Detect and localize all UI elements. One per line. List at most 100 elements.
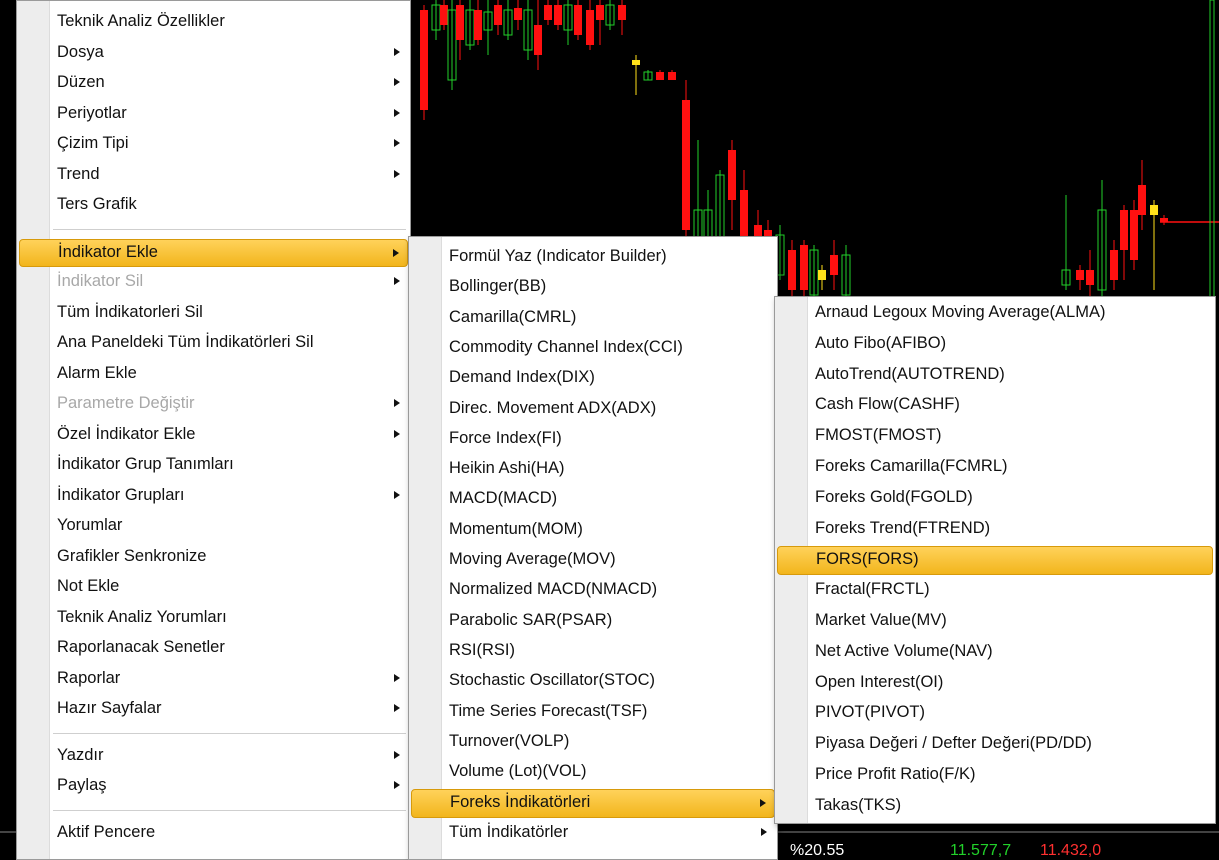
- menu-item-label: Foreks Gold(FGOLD): [815, 487, 973, 506]
- menu-item-raporlar[interactable]: Raporlar: [19, 665, 408, 692]
- menu-item-trend[interactable]: Trend: [19, 161, 408, 188]
- menu-item-takas-tks[interactable]: Takas(TKS): [777, 792, 1213, 819]
- menu-item-label: Raporlanacak Senetler: [57, 638, 225, 656]
- menu-item-label: Cash Flow(CASHF): [815, 395, 960, 414]
- menu-item-label: Raporlar: [57, 668, 121, 687]
- menu-item-parametre-degistir: Parametre Değiştir: [19, 390, 408, 417]
- menu-item-label: FMOST(FMOST): [815, 426, 942, 445]
- menu-item-label: Stochastic Oscillator(STOC): [449, 671, 655, 690]
- menu-item-label: Price Profit Ratio(F/K): [815, 765, 976, 783]
- menu-item-autotrend-autotrend[interactable]: AutoTrend(AUTOTREND): [777, 361, 1213, 388]
- menu-item-tum-i-ndikatorleri-sil[interactable]: Tüm İndikatorleri Sil: [19, 299, 408, 326]
- submenu-arrow-icon: [393, 248, 399, 257]
- chart-context-menu: Teknik Analiz Özellikler Dosya Düzen Periyo…: [16, 0, 411, 860]
- menu-item-heikin-ashi-ha[interactable]: Heikin Ashi(HA): [411, 455, 775, 482]
- menu-item-moving-average-mov[interactable]: Moving Average(MOV): [411, 546, 775, 573]
- candle-body: [474, 10, 482, 40]
- candle-body: [440, 5, 448, 25]
- menu-item-net-active-volume-nav[interactable]: Net Active Volume(NAV): [777, 638, 1213, 665]
- menu-item-pivot-pivot[interactable]: PIVOT(PIVOT): [777, 699, 1213, 726]
- menu-item-commodity-channel-index-cci[interactable]: Commodity Channel Index(CCI): [411, 334, 775, 361]
- menu-item-foreks-i-ndikatorleri[interactable]: Foreks İndikatörleri: [411, 789, 775, 818]
- menu-item-direc-movement-adx-adx[interactable]: Direc. Movement ADX(ADX): [411, 395, 775, 422]
- menu-item-periyotlar[interactable]: Periyotlar: [19, 100, 408, 127]
- menu-item-label: Hazır Sayfalar: [57, 699, 162, 717]
- menu-item-open-interest-oi[interactable]: Open Interest(OI): [777, 669, 1213, 696]
- menu-item-foreks-camarilla-fcmrl[interactable]: Foreks Camarilla(FCMRL): [777, 453, 1213, 480]
- menu-item-alarm-ekle[interactable]: Alarm Ekle: [19, 360, 408, 387]
- menu-item-tum-i-ndikatorler[interactable]: Tüm İndikatörler: [411, 819, 775, 846]
- menu-item-label: Force Index(FI): [449, 428, 562, 447]
- menu-item-yazdir[interactable]: Yazdır: [19, 742, 408, 769]
- menu-item-price-profit-ratio-f-k[interactable]: Price Profit Ratio(F/K): [777, 761, 1213, 788]
- menu-item-duzen[interactable]: Düzen: [19, 69, 408, 96]
- menu-item-label: Yazdır: [57, 745, 104, 764]
- menu-item-formul-yaz-indicator-builder[interactable]: Formül Yaz (Indicator Builder): [411, 243, 775, 270]
- menu-item-force-index-fi[interactable]: Force Index(FI): [411, 425, 775, 452]
- menu-item-not-ekle[interactable]: Not Ekle: [19, 573, 408, 600]
- submenu-arrow-icon: [394, 169, 400, 178]
- menu-item-time-series-forecast-tsf[interactable]: Time Series Forecast(TSF): [411, 698, 775, 725]
- menu-separator: [53, 228, 406, 230]
- menu-item-fractal-frctl[interactable]: Fractal(FRCTL): [777, 576, 1213, 603]
- menu-item-demand-index-dix[interactable]: Demand Index(DIX): [411, 364, 775, 391]
- menu-item-label: Commodity Channel Index(CCI): [449, 337, 683, 356]
- menu-item-label: Foreks İndikatörleri: [450, 793, 591, 812]
- menu-item-yorumlar[interactable]: Yorumlar: [19, 512, 408, 539]
- menu-item-label: Piyasa Değeri / Defter Değeri(PD/DD): [815, 734, 1092, 753]
- bottom-status-value-2: 11.432,0: [1040, 842, 1102, 859]
- menu-item-cash-flow-cashf[interactable]: Cash Flow(CASHF): [777, 391, 1213, 418]
- menu-item-ters-grafik[interactable]: Ters Grafik: [19, 191, 408, 218]
- menu-item-ozel-i-ndikator-ekle[interactable]: Özel İndikator Ekle: [19, 421, 408, 448]
- submenu-arrow-icon: [394, 139, 400, 147]
- menu-item-paylas[interactable]: Paylaş: [19, 772, 408, 799]
- menu-item-label: Çizim Tipi: [57, 134, 129, 152]
- candle-body: [544, 5, 552, 20]
- menu-item-rsi-rsi[interactable]: RSI(RSI): [411, 637, 775, 664]
- menu-item-hazir-sayfalar[interactable]: Hazır Sayfalar: [19, 695, 408, 722]
- menu-item-label: İndikator Ekle: [58, 242, 158, 261]
- menu-item-label: İndikator Sil: [57, 272, 144, 290]
- menu-item-dosya[interactable]: Dosya: [19, 39, 408, 66]
- menu-item-parabolic-sar-psar[interactable]: Parabolic SAR(PSAR): [411, 607, 775, 634]
- menu-item-piyasa-degeri-defter-degeri-pd-dd[interactable]: Piyasa Değeri / Defter Değeri(PD/DD): [777, 730, 1213, 757]
- menu-item-label: Not Ekle: [57, 577, 120, 595]
- submenu-arrow-icon: [394, 47, 400, 56]
- menu-item-teknik-analiz-ozellikler[interactable]: Teknik Analiz Özellikler: [19, 8, 408, 35]
- menu-item-grafikler-senkronize[interactable]: Grafikler Senkronize: [19, 543, 408, 570]
- menu-item-label: Özel İndikator Ekle: [57, 424, 196, 443]
- menu-item-volume-lot-vol[interactable]: Volume (Lot)(VOL): [411, 758, 775, 785]
- menu-item-arnaud-legoux-moving-average-alma[interactable]: Arnaud Legoux Moving Average(ALMA): [777, 299, 1213, 326]
- candle-body: [1150, 205, 1158, 215]
- candle-body: [830, 255, 838, 275]
- menu-item-raporlanacak-senetler[interactable]: Raporlanacak Senetler: [19, 634, 408, 661]
- candle-body: [596, 5, 604, 20]
- menu-item-camarilla-cmrl[interactable]: Camarilla(CMRL): [411, 304, 775, 331]
- menu-separator: [53, 732, 406, 734]
- menu-item-market-value-mv[interactable]: Market Value(MV): [777, 607, 1213, 634]
- menu-item-teknik-analiz-yorumlari[interactable]: Teknik Analiz Yorumları: [19, 604, 408, 631]
- menu-item-momentum-mom[interactable]: Momentum(MOM): [411, 516, 775, 543]
- menu-item-i-ndikator-grup-tanimlari[interactable]: İndikator Grup Tanımları: [19, 451, 408, 478]
- menu-item-aktif-pencere[interactable]: Aktif Pencere: [19, 819, 408, 846]
- menu-item-bollinger-bb[interactable]: Bollinger(BB): [411, 273, 775, 300]
- menu-item-label: Takas(TKS): [815, 795, 902, 814]
- menu-item-cizim-tipi[interactable]: Çizim Tipi: [19, 130, 408, 157]
- menu-item-ana-paneldeki-tum-i-ndikatorleri-sil[interactable]: Ana Paneldeki Tüm İndikatörleri Sil: [19, 329, 408, 356]
- menu-item-stochastic-oscillator-stoc[interactable]: Stochastic Oscillator(STOC): [411, 667, 775, 694]
- menu-item-label: Aktif Pencere: [57, 822, 156, 841]
- menu-item-fors-fors[interactable]: FORS(FORS): [777, 546, 1213, 576]
- menu-item-foreks-gold-fgold[interactable]: Foreks Gold(FGOLD): [777, 484, 1213, 511]
- menu-item-turnover-volp[interactable]: Turnover(VOLP): [411, 728, 775, 755]
- menu-item-foreks-trend-ftrend[interactable]: Foreks Trend(FTREND): [777, 515, 1213, 542]
- menu-item-i-ndikator-gruplari[interactable]: İndikator Grupları: [19, 482, 408, 509]
- submenu-arrow-icon: [394, 781, 400, 789]
- menu-item-macd-macd[interactable]: MACD(MACD): [411, 485, 775, 512]
- menu-item-i-ndikator-ekle[interactable]: İndikator Ekle: [19, 238, 408, 267]
- menu-item-auto-fibo-afibo[interactable]: Auto Fibo(AFIBO): [777, 330, 1213, 357]
- menu-item-label: Parametre Değiştir: [57, 394, 195, 412]
- candle-body: [494, 5, 502, 25]
- menu-item-normalized-macd-nmacd[interactable]: Normalized MACD(NMACD): [411, 576, 775, 603]
- bottom-status-pct: %20.55: [790, 842, 845, 859]
- menu-item-fmost-fmost[interactable]: FMOST(FMOST): [777, 422, 1213, 449]
